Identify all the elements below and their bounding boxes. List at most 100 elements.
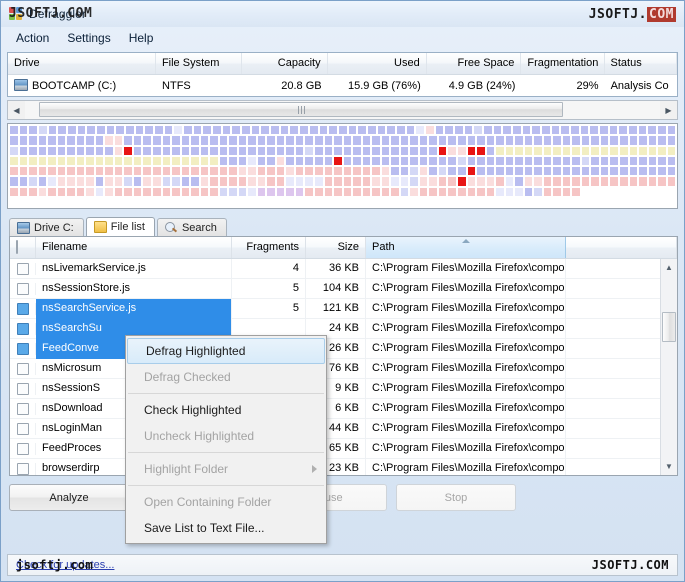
drive-map-block (190, 176, 200, 187)
drive-map-block (495, 176, 505, 187)
drive-map-block (180, 166, 191, 177)
menu-item-action[interactable]: Action (7, 29, 58, 47)
table-row[interactable]: nsSessionStore.js 5 104 KB C:\Program Files… (10, 278, 677, 299)
menu-item-help[interactable]: Help (120, 29, 163, 47)
cell-path: C:\Program Files\Mozilla Firefox\compo… (366, 278, 566, 299)
drive-map-block (294, 135, 305, 146)
file-col-fragments[interactable]: Fragments (232, 237, 306, 258)
tab-drive-c[interactable]: Drive C: (9, 218, 84, 236)
drive-map-block (209, 186, 219, 197)
drive-map-block (151, 186, 162, 197)
row-checkbox[interactable] (10, 402, 36, 415)
drive-map-block (314, 135, 324, 146)
action-button-bar: Analyze Defrag Highlighted Pause Stop (9, 484, 678, 511)
vscroll-thumb[interactable] (661, 312, 676, 342)
row-checkbox[interactable] (10, 282, 36, 295)
drive-map-block (323, 176, 334, 187)
row-checkbox[interactable] (10, 362, 36, 375)
table-row[interactable]: nsSearchSu 24 KB C:\Program Files\Mozilla … (10, 318, 677, 339)
file-col-filename[interactable]: Filename (36, 237, 232, 258)
file-list-vscrollbar[interactable]: ▲ ▼ (660, 259, 677, 475)
drive-col-freespace[interactable]: Free Space (427, 53, 522, 74)
table-row[interactable]: FeedProces 65 KB C:\Program Files\Mozilla … (10, 438, 677, 459)
table-row[interactable]: browserdirp 23 KB C:\Program Files\Mozilla… (10, 458, 677, 475)
row-checkbox[interactable] (10, 382, 36, 395)
drive-map-block (85, 196, 95, 207)
drive-map-block (495, 196, 505, 207)
hscroll-thumb[interactable] (39, 102, 563, 117)
table-row[interactable]: nsSessionS 9 KB C:\Program Files\Mozilla F… (10, 378, 677, 399)
drive-map-block (352, 145, 362, 156)
drive-col-capacity[interactable]: Capacity (242, 53, 328, 74)
drive-col-fragmentation[interactable]: Fragmentation (521, 53, 605, 74)
drive-row-bootcamp[interactable]: BOOTCAMP (C:) NTFS 20.8 GB 15.9 GB (76%)… (8, 75, 677, 96)
drive-map[interactable] (7, 123, 678, 209)
drive-map-block (66, 176, 76, 187)
drive-table-hscrollbar[interactable]: ◀ ▶ (7, 100, 678, 120)
drive-map-block (531, 125, 541, 136)
drive-map-block (275, 145, 286, 156)
context-menu-item[interactable]: Check Highlighted (126, 397, 326, 423)
table-row[interactable]: nsLivemarkService.js 4 36 KB C:\Program Fil… (10, 259, 677, 279)
file-col-size[interactable]: Size (306, 237, 366, 258)
row-checkbox[interactable] (10, 322, 36, 335)
file-list-select-all-checkbox[interactable] (10, 237, 36, 258)
drive-map-block (352, 166, 362, 177)
drive-col-used[interactable]: Used (328, 53, 427, 74)
tab-search[interactable]: Search (156, 218, 227, 236)
drive-map-block (123, 135, 133, 146)
table-row[interactable]: nsDownload 6 KB C:\Program Files\Mozilla F… (10, 398, 677, 419)
drive-map-block (399, 186, 410, 197)
defraggler-window: Defraggler JSOFTJ.COM JSOFTJ. COM Action … (0, 0, 685, 582)
row-checkbox[interactable] (10, 462, 36, 475)
analyze-button[interactable]: Analyze (9, 484, 129, 511)
hscroll-track[interactable] (25, 101, 660, 119)
table-row[interactable]: nsMicrosum 76 KB C:\Program Files\Mozilla … (10, 358, 677, 379)
drive-map-block (171, 145, 181, 156)
drive-map-block (57, 125, 68, 136)
scroll-left-arrow-icon[interactable]: ◀ (8, 101, 25, 119)
scroll-up-arrow-icon[interactable]: ▲ (661, 259, 678, 276)
drive-col-status[interactable]: Status (605, 53, 677, 74)
drive-map-block (161, 135, 172, 146)
drive-map-block (285, 176, 295, 187)
drive-map-block (647, 196, 658, 207)
row-checkbox[interactable] (10, 302, 36, 315)
check-for-updates-link[interactable]: Check for updates... (16, 559, 114, 571)
drive-col-drive[interactable]: Drive (8, 53, 156, 74)
row-checkbox[interactable] (10, 422, 36, 435)
scroll-down-arrow-icon[interactable]: ▼ (661, 458, 678, 475)
context-menu-item[interactable]: Defrag Highlighted (127, 338, 325, 364)
drive-map-block (275, 155, 286, 166)
stop-button[interactable]: Stop (396, 484, 516, 511)
drive-map-block (533, 196, 543, 207)
file-list-panel: Filename Fragments Size Path nsLivemarkS… (9, 236, 678, 476)
drive-map-block (9, 155, 19, 166)
drive-map-block (485, 145, 496, 156)
drive-map-block (628, 196, 639, 207)
context-menu-item[interactable]: Save List to Text File... (126, 515, 326, 541)
tab-file-list[interactable]: File list (85, 217, 155, 236)
drive-map-block (599, 135, 610, 146)
drive-map-block (237, 155, 248, 166)
menu-item-settings[interactable]: Settings (58, 29, 119, 47)
drive-col-filesystem[interactable]: File System (156, 53, 242, 74)
drive-map-block (352, 196, 362, 207)
drive-map-block (180, 135, 191, 146)
table-row[interactable]: nsSearchService.js 5 121 KB C:\Program File… (10, 298, 677, 319)
scroll-right-arrow-icon[interactable]: ▶ (660, 101, 677, 119)
row-checkbox[interactable] (10, 442, 36, 455)
vscroll-track[interactable] (661, 276, 678, 458)
drive-map-block (638, 135, 648, 146)
drive-map-block (266, 135, 276, 146)
drive-map-block (447, 196, 457, 207)
drive-map-block (599, 196, 610, 207)
row-checkbox[interactable] (10, 342, 36, 355)
row-checkbox[interactable] (10, 262, 36, 275)
drive-map-block (638, 145, 648, 156)
cell-filename: nsLivemarkService.js (36, 259, 232, 279)
table-row[interactable]: FeedConve 26 KB C:\Program Files\Mozilla F… (10, 338, 677, 359)
table-row[interactable]: nsLoginMan 44 KB C:\Program Files\Mozilla … (10, 418, 677, 439)
hard-drive-icon (14, 79, 28, 91)
file-col-path[interactable]: Path (366, 237, 566, 258)
